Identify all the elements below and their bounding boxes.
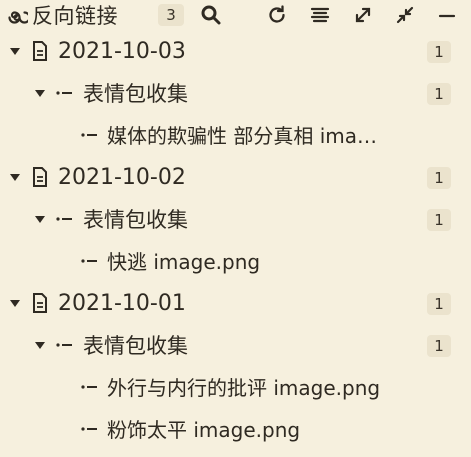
doc-title[interactable]: 2021-10-02 — [58, 163, 186, 193]
ref-count-badge: 1 — [427, 167, 451, 189]
ref-count-badge: 1 — [427, 41, 451, 63]
bullet-dash-icon — [56, 91, 72, 95]
caret-down-icon[interactable] — [34, 87, 46, 99]
document-icon — [33, 41, 47, 61]
caret-down-icon[interactable] — [34, 339, 46, 351]
ref-row[interactable]: 外行与内行的批评 image.png — [0, 369, 471, 407]
backlink-spiral-icon — [5, 3, 29, 27]
ref-text[interactable]: 快逃 image.png — [107, 247, 467, 277]
list-icon[interactable] — [308, 3, 332, 27]
caret-down-icon[interactable] — [9, 171, 21, 183]
caret-down-icon[interactable] — [9, 45, 21, 57]
document-icon — [33, 293, 47, 313]
refresh-icon[interactable] — [265, 3, 289, 27]
bullet-dash-icon — [81, 133, 97, 137]
ref-count-badge: 1 — [427, 335, 451, 357]
doc-row[interactable]: 2021-10-01 1 — [0, 285, 471, 323]
ref-text[interactable]: 媒体的欺骗性 部分真相 ima… — [107, 121, 467, 151]
doc-row[interactable]: 2021-10-03 1 — [0, 33, 471, 71]
panel-header: 反向链接 3 — [0, 0, 471, 32]
backlinks-panel: 反向链接 3 2021-10-03 1 表情包收集 1 媒体的欺骗性 部分真相 … — [0, 0, 471, 457]
ref-row[interactable]: 媒体的欺骗性 部分真相 ima… — [0, 117, 471, 155]
ref-count-badge: 1 — [427, 83, 451, 105]
doc-title[interactable]: 2021-10-03 — [58, 37, 186, 67]
ref-text[interactable]: 外行与内行的批评 image.png — [107, 373, 467, 403]
bullet-dash-icon — [56, 343, 72, 347]
heading-row[interactable]: 表情包收集 1 — [0, 75, 471, 113]
heading-title[interactable]: 表情包收集 — [83, 331, 188, 361]
heading-row[interactable]: 表情包收集 1 — [0, 201, 471, 239]
bullet-dash-icon — [81, 385, 97, 389]
caret-down-icon[interactable] — [9, 297, 21, 309]
heading-title[interactable]: 表情包收集 — [83, 79, 188, 109]
heading-row[interactable]: 表情包收集 1 — [0, 327, 471, 365]
bullet-dash-icon — [81, 427, 97, 431]
heading-title[interactable]: 表情包收集 — [83, 205, 188, 235]
bullet-dash-icon — [81, 259, 97, 263]
panel-title: 反向链接 — [32, 4, 118, 28]
ref-row[interactable]: 快逃 image.png — [0, 243, 471, 281]
caret-down-icon[interactable] — [34, 213, 46, 225]
collapse-icon[interactable] — [393, 3, 417, 27]
ref-count-badge: 1 — [427, 209, 451, 231]
document-icon — [33, 167, 47, 187]
search-icon[interactable] — [199, 3, 223, 27]
ref-count-badge: 1 — [427, 293, 451, 315]
doc-row[interactable]: 2021-10-02 1 — [0, 159, 471, 197]
ref-text[interactable]: 粉饰太平 image.png — [107, 415, 467, 445]
ref-row[interactable]: 粉饰太平 image.png — [0, 411, 471, 449]
expand-icon[interactable] — [351, 3, 375, 27]
minimize-icon[interactable] — [435, 3, 459, 27]
doc-title[interactable]: 2021-10-01 — [58, 289, 186, 319]
bullet-dash-icon — [56, 217, 72, 221]
backlink-count-badge: 3 — [158, 4, 184, 26]
